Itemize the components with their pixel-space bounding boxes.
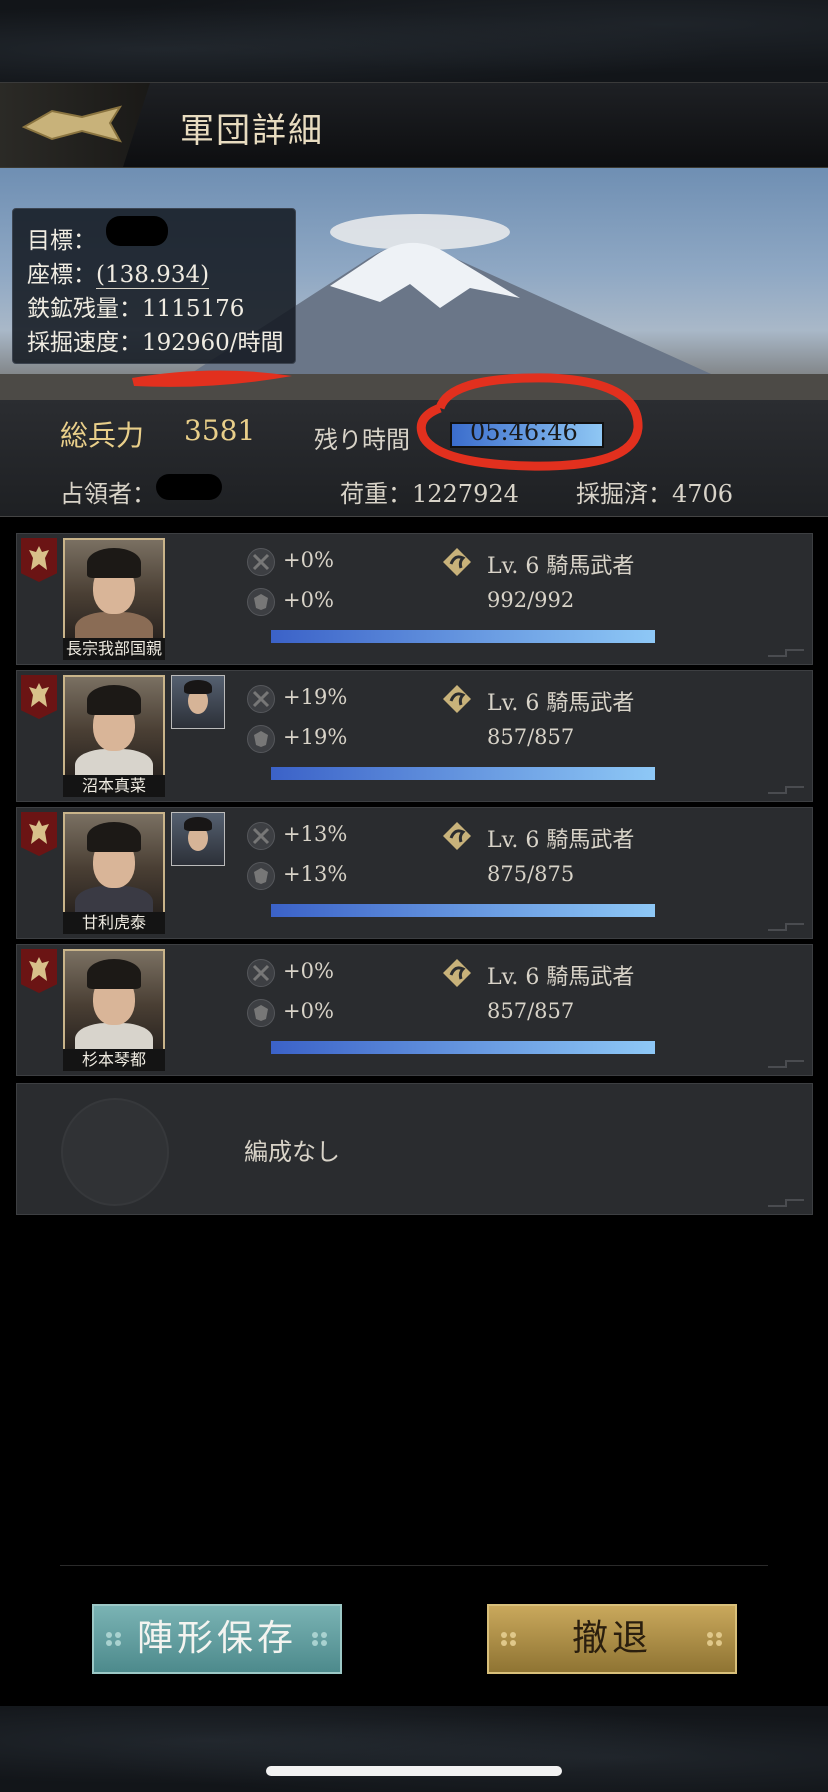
cavalry-badge-icon	[21, 949, 57, 993]
general-portrait[interactable]	[63, 675, 165, 777]
attack-icon	[247, 822, 275, 850]
defense-bonus: +19%	[283, 725, 348, 749]
dots-ornament-icon	[707, 1632, 722, 1646]
troops-label: 総兵力	[60, 419, 145, 452]
general-portrait[interactable]	[63, 538, 165, 640]
defense-icon	[247, 588, 275, 616]
troop-count: 992/992	[487, 588, 575, 612]
save-formation-button[interactable]: 陣形保存	[92, 1604, 342, 1674]
corner-decoration-icon	[768, 1060, 804, 1068]
troop-bar	[271, 630, 655, 643]
dots-ornament-icon	[312, 1632, 327, 1646]
unit-type: Lv. 6 騎馬武者	[487, 554, 635, 579]
load-label: 荷重：	[340, 480, 412, 508]
troop-bar	[271, 904, 655, 917]
back-button[interactable]	[0, 83, 150, 167]
defense-bonus: +0%	[283, 588, 334, 612]
defense-bonus: +0%	[283, 999, 334, 1023]
mined-value: 4706	[672, 480, 734, 508]
general-portrait[interactable]	[63, 812, 165, 914]
troop-count: 857/857	[487, 725, 575, 749]
home-indicator[interactable]	[266, 1766, 562, 1776]
attack-icon	[247, 959, 275, 987]
attack-bonus: +13%	[283, 822, 348, 846]
mined-label: 採掘済：	[576, 480, 672, 508]
attack-bonus: +0%	[283, 548, 334, 572]
divider	[60, 1565, 768, 1566]
defense-icon	[247, 862, 275, 890]
coords-link[interactable]: (138.934)	[96, 262, 210, 289]
occupier-label: 占領者：	[60, 480, 156, 508]
target-line: 目標：	[27, 221, 96, 255]
horse-icon	[443, 822, 471, 850]
header-bar: 軍団詳細	[0, 82, 828, 169]
attack-icon	[247, 685, 275, 713]
page-title: 軍団詳細	[180, 111, 324, 151]
dots-ornament-icon	[501, 1632, 516, 1646]
cavalry-badge-icon	[21, 675, 57, 719]
top-decoration	[0, 0, 828, 82]
troop-bar	[271, 767, 655, 780]
red-annotation-circle	[416, 373, 643, 471]
bottom-decoration	[0, 1706, 828, 1792]
empty-slot-label: 編成なし	[244, 1138, 340, 1166]
defense-icon	[247, 999, 275, 1027]
ore-value: 1115176	[142, 296, 245, 322]
attack-icon	[247, 548, 275, 576]
ore-line: 鉄鉱残量：1115176	[27, 289, 244, 323]
load-value: 1227924	[412, 480, 519, 508]
defense-icon	[247, 725, 275, 753]
redaction-target	[106, 216, 168, 246]
mined-line: 採掘済：4706	[576, 474, 733, 509]
save-formation-label: 陣形保存	[136, 1618, 297, 1659]
horse-icon	[443, 685, 471, 713]
coords-line[interactable]: 座標：(138.934)	[27, 255, 210, 289]
corner-decoration-icon	[768, 923, 804, 931]
attack-bonus: +19%	[283, 685, 348, 709]
load-line: 荷重：1227924	[340, 474, 519, 509]
unit-card[interactable]: 杉本琴都 +0% +0% Lv. 6 騎馬武者 857/857	[16, 944, 813, 1076]
dots-ornament-icon	[106, 1632, 121, 1646]
general-name: 杉本琴都	[63, 1049, 165, 1071]
corner-decoration-icon	[768, 649, 804, 657]
unit-card[interactable]: 長宗我部国親 +0% +0% Lv. 6 騎馬武者 992/992	[16, 533, 813, 665]
defense-bonus: +13%	[283, 862, 348, 886]
speed-label: 採掘速度：	[27, 330, 142, 356]
empty-slot-card[interactable]: 編成なし	[16, 1083, 813, 1215]
unit-card[interactable]: 甘利虎泰 +13% +13% Lv. 6 騎馬武者 875/875	[16, 807, 813, 939]
empty-emblem-icon	[61, 1098, 169, 1206]
speed-value: 192960/時間	[142, 330, 284, 356]
troop-count: 857/857	[487, 999, 575, 1023]
troops-value: 3581	[184, 414, 256, 447]
coords-label: 座標：	[27, 262, 96, 288]
target-label: 目標：	[27, 228, 96, 254]
vice-general-portrait[interactable]	[171, 675, 225, 729]
unit-type: Lv. 6 騎馬武者	[487, 965, 635, 990]
ore-label: 鉄鉱残量：	[27, 296, 142, 322]
back-arrow-icon	[22, 105, 122, 143]
troop-bar	[271, 1041, 655, 1054]
corner-decoration-icon	[768, 786, 804, 794]
redaction-occupier	[156, 474, 222, 500]
horse-icon	[443, 959, 471, 987]
vice-general-portrait[interactable]	[171, 812, 225, 866]
general-name: 沼本真菜	[63, 775, 165, 797]
retreat-label: 撤退	[571, 1618, 652, 1659]
unit-card[interactable]: 沼本真菜 +19% +19% Lv. 6 騎馬武者 857/857	[16, 670, 813, 802]
general-name: 甘利虎泰	[63, 912, 165, 934]
attack-bonus: +0%	[283, 959, 334, 983]
retreat-button[interactable]: 撤退	[487, 1604, 737, 1674]
troop-count: 875/875	[487, 862, 575, 886]
remaining-label: 残り時間	[314, 426, 410, 454]
cavalry-badge-icon	[21, 812, 57, 856]
corner-decoration-icon	[768, 1199, 804, 1207]
general-name: 長宗我部国親	[63, 638, 165, 660]
general-portrait[interactable]	[63, 949, 165, 1051]
red-annotation-underline	[132, 370, 292, 387]
horse-icon	[443, 548, 471, 576]
unit-type: Lv. 6 騎馬武者	[487, 828, 635, 853]
speed-line: 採掘速度：192960/時間	[27, 323, 284, 357]
unit-type: Lv. 6 騎馬武者	[487, 691, 635, 716]
cavalry-badge-icon	[21, 538, 57, 582]
